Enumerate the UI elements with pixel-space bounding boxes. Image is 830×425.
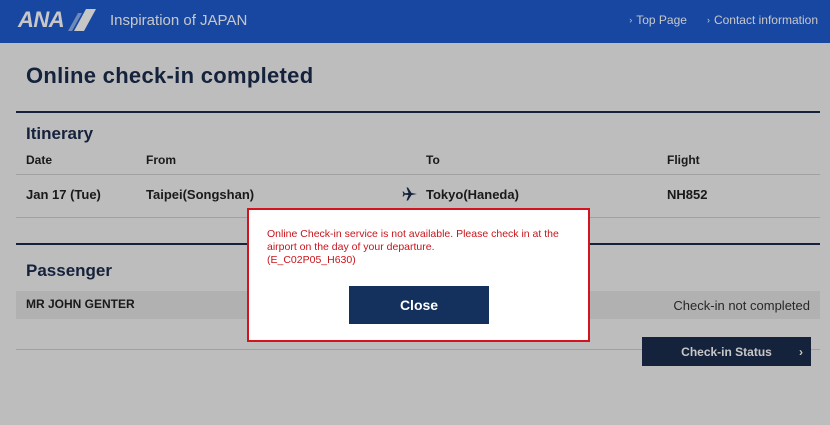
error-dialog: Online Check-in service is not available… xyxy=(247,208,590,342)
error-message: Online Check-in service is not available… xyxy=(267,228,577,267)
error-code: (E_C02P05_H630) xyxy=(267,254,356,266)
close-button[interactable]: Close xyxy=(349,286,489,324)
error-message-text: Online Check-in service is not available… xyxy=(267,228,559,253)
